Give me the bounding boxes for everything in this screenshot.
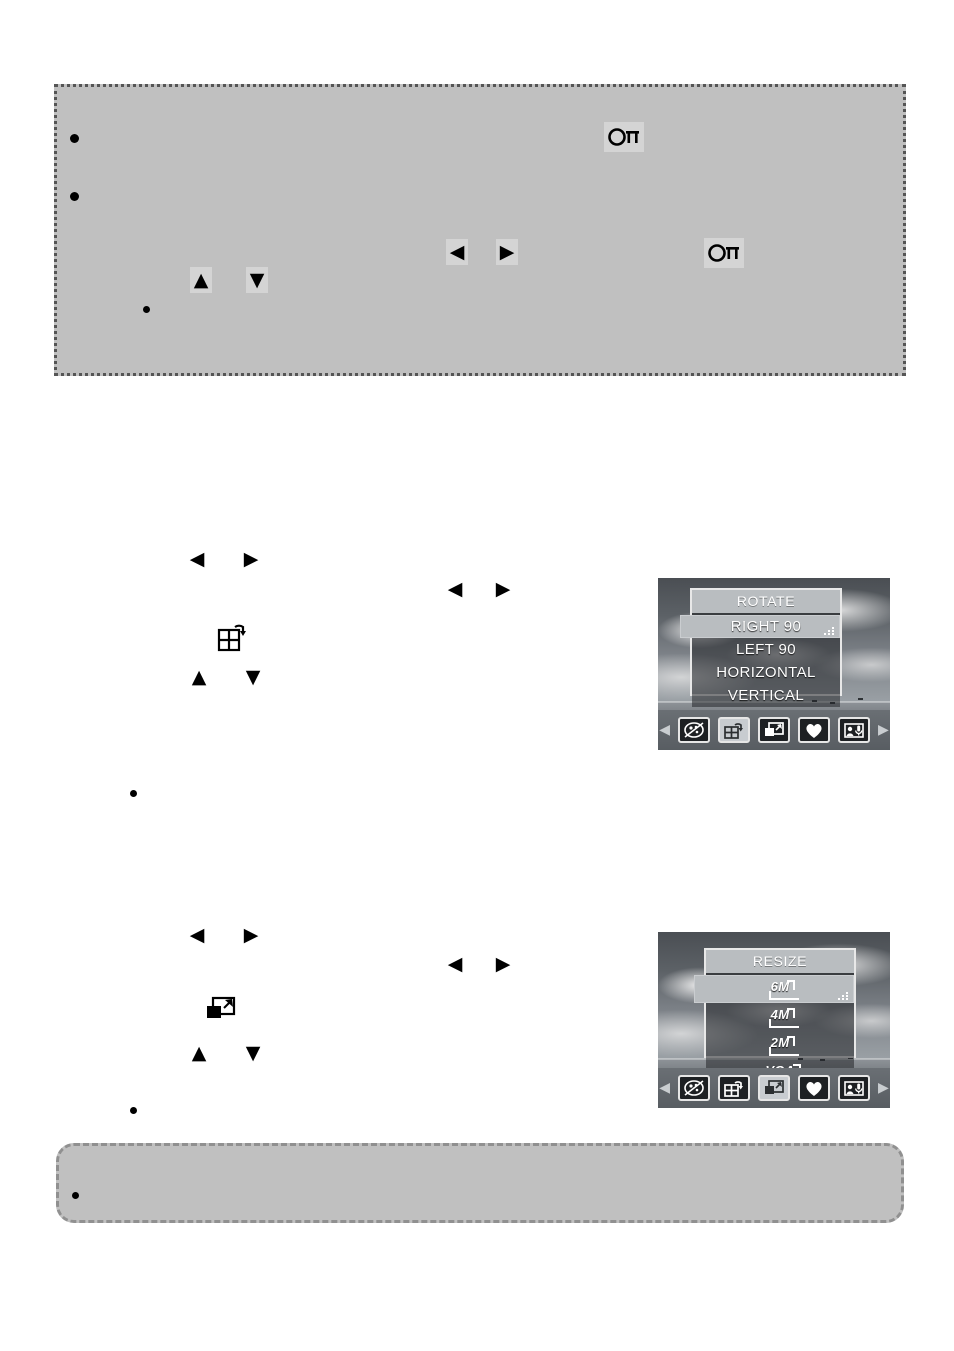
resize-menu-panel: RESIZE 6M 4M 2M VGA (694, 948, 856, 1087)
left-arrow-symbol: ◀ (189, 923, 205, 946)
toolbar-right-arrow-icon[interactable]: ▶ (878, 723, 889, 737)
resize-icon[interactable] (758, 717, 790, 743)
down-arrow-symbol: ▼ (249, 268, 265, 291)
rotate-note-bullet (130, 790, 137, 797)
menu-item-vertical[interactable]: VERTICAL (692, 684, 840, 707)
left-arrow-symbol: ◀ (449, 240, 465, 263)
right-arrow-glyph: ▶ (496, 239, 518, 265)
bottom-note-box (56, 1143, 904, 1223)
menu-item-label: 6M (768, 979, 799, 1000)
scene-speck (858, 698, 863, 700)
favorite-heart-icon[interactable] (798, 1075, 830, 1101)
rotate-right-arrow-glyph: ▶ (240, 546, 262, 572)
resize-down-arrow-glyph: ▼ (242, 1040, 264, 1066)
rotate-down-arrow-glyph: ▼ (242, 664, 264, 690)
menu-item-horizontal[interactable]: HORIZONTAL (692, 661, 840, 684)
note-bullet-1 (70, 134, 79, 143)
lcd-rotate-toolbar: ◀ ▶ (658, 710, 890, 750)
right-arrow-symbol: ▶ (243, 547, 259, 570)
toolbar-right-arrow-icon[interactable]: ▶ (878, 1081, 889, 1095)
menu-item-label: RIGHT 90 (730, 618, 802, 635)
menu-item-label: 2M (768, 1035, 799, 1056)
favorite-heart-icon[interactable] (798, 717, 830, 743)
resize-menu-title: RESIZE (706, 950, 854, 975)
down-arrow-symbol: ▼ (245, 665, 261, 688)
resize-menu-left-arrow-glyph: ◀ (444, 951, 466, 977)
lcd-resize-toolbar: ◀ ▶ (658, 1068, 890, 1108)
down-arrow-glyph: ▼ (246, 267, 268, 293)
left-arrow-glyph: ◀ (446, 239, 468, 265)
up-arrow-symbol: ▲ (191, 1041, 207, 1064)
menu-item-6m[interactable]: 6M (694, 975, 854, 1003)
resize-right-arrow-glyph: ▶ (240, 922, 262, 948)
menu-item-2m[interactable]: 2M (706, 1031, 854, 1059)
note-sub-bullet-1 (143, 306, 150, 313)
left-arrow-symbol: ◀ (189, 547, 205, 570)
rotate-menu-list: RIGHT 90 LEFT 90 HORIZONTAL VERTICAL (680, 615, 840, 707)
resize-icon[interactable] (758, 1075, 790, 1101)
left-arrow-symbol: ◀ (447, 952, 463, 975)
menu-item-right-90[interactable]: RIGHT 90 (680, 615, 840, 638)
right-arrow-symbol: ▶ (243, 923, 259, 946)
left-arrow-symbol: ◀ (447, 577, 463, 600)
ok-button-glyph-1 (604, 122, 644, 152)
up-arrow-glyph: ▲ (190, 267, 212, 293)
up-arrow-symbol: ▲ (193, 268, 209, 291)
rotate-up-arrow-glyph: ▲ (188, 664, 210, 690)
rotate-menu-panel: ROTATE RIGHT 90 LEFT 90 HORIZONTAL VERTI… (680, 588, 842, 707)
down-arrow-symbol: ▼ (245, 1041, 261, 1064)
lcd-rotate-screen: ROTATE RIGHT 90 LEFT 90 HORIZONTAL VERTI… (658, 578, 890, 750)
rotate-menu-title: ROTATE (692, 590, 840, 615)
effect-palette-icon[interactable] (678, 1075, 710, 1101)
menu-item-label: HORIZONTAL (716, 664, 816, 681)
resize-menu-right-arrow-glyph: ▶ (492, 951, 514, 977)
menu-item-label: LEFT 90 (735, 641, 797, 658)
rotate-icon (217, 620, 251, 652)
toolbar-left-arrow-icon[interactable]: ◀ (659, 1081, 670, 1095)
top-note-box (54, 84, 906, 376)
right-arrow-symbol: ▶ (495, 577, 511, 600)
rotate-menu-right-arrow-glyph: ▶ (492, 576, 514, 602)
voice-memo-icon[interactable] (838, 717, 870, 743)
toolbar-left-arrow-icon[interactable]: ◀ (659, 723, 670, 737)
rotate-icon[interactable] (718, 1075, 750, 1101)
right-arrow-symbol: ▶ (495, 952, 511, 975)
menu-item-4m[interactable]: 4M (706, 1003, 854, 1031)
up-arrow-symbol: ▲ (191, 665, 207, 688)
menu-item-label: 4M (768, 1007, 799, 1028)
menu-item-left-90[interactable]: LEFT 90 (692, 638, 840, 661)
lcd-resize-screen: RESIZE 6M 4M 2M VGA ◀ (658, 932, 890, 1108)
resize-icon (205, 995, 239, 1025)
resize-up-arrow-glyph: ▲ (188, 1040, 210, 1066)
menu-item-label: VERTICAL (727, 687, 805, 704)
rotate-icon[interactable] (718, 717, 750, 743)
note-bullet-2 (70, 192, 79, 201)
voice-memo-icon[interactable] (838, 1075, 870, 1101)
ok-button-glyph-2 (704, 238, 744, 268)
resize-handle-icon (824, 627, 834, 635)
resize-handle-icon (838, 992, 848, 1000)
bottom-note-bullet (72, 1192, 79, 1199)
resize-note-bullet (130, 1107, 137, 1114)
resize-left-arrow-glyph: ◀ (186, 922, 208, 948)
rotate-left-arrow-glyph: ◀ (186, 546, 208, 572)
manual-page: ◀ ▶ ▲ ▼ ◀ ▶ ◀ ▶ ▲ ▼ ROTATE RIGHT 90 LEFT… (0, 0, 954, 1351)
right-arrow-symbol: ▶ (499, 240, 515, 263)
rotate-menu-left-arrow-glyph: ◀ (444, 576, 466, 602)
effect-palette-icon[interactable] (678, 717, 710, 743)
